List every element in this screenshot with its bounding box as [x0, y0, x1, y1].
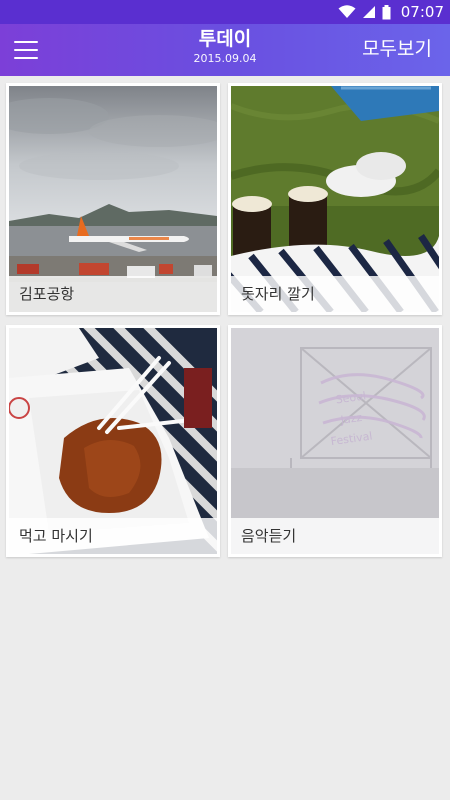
- card-caption: 먹고 마시기: [9, 518, 217, 554]
- photo-card-mat[interactable]: 돗자리 깔기: [228, 83, 442, 315]
- app-bar: 투데이 2015.09.04 모두보기: [0, 24, 450, 76]
- hamburger-menu-icon-line: [14, 49, 38, 51]
- menu-button[interactable]: [10, 34, 42, 66]
- title-block: 투데이 2015.09.04: [125, 27, 325, 67]
- view-all-button[interactable]: 모두보기: [362, 37, 432, 61]
- status-icons: 07:07: [338, 2, 444, 22]
- card-caption: 음악듣기: [231, 518, 439, 554]
- status-bar: 07:07: [0, 0, 450, 24]
- wifi-icon: [338, 5, 356, 18]
- battery-icon: [382, 4, 391, 19]
- card-caption: 김포공항: [9, 276, 217, 312]
- page-title: 투데이: [198, 28, 252, 50]
- hamburger-menu-icon: [14, 41, 38, 43]
- cell-signal-icon: [362, 6, 375, 18]
- photo-card-music[interactable]: Seoul Jazz Festival 음악듣기: [228, 325, 442, 557]
- status-time: 07:07: [400, 3, 444, 21]
- page-date: 2015.09.04: [193, 52, 257, 65]
- card-caption: 돗자리 깔기: [231, 276, 439, 312]
- photo-card-eating[interactable]: 먹고 마시기: [6, 325, 220, 557]
- photo-card-gimpo-airport[interactable]: 김포공항: [6, 83, 220, 315]
- hamburger-menu-icon-line: [14, 57, 38, 59]
